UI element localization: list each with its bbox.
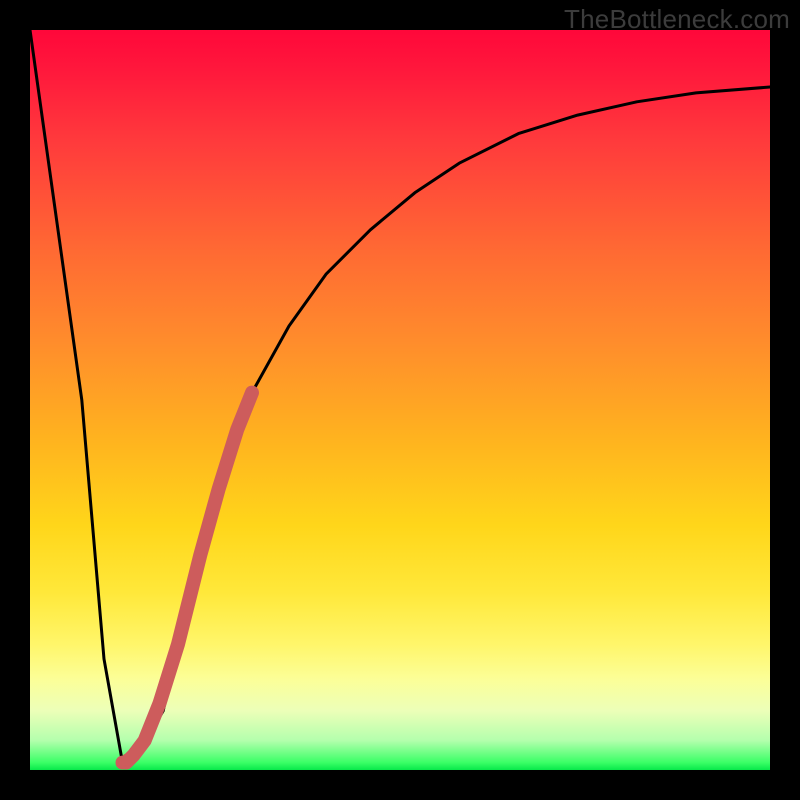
plot-area (30, 30, 770, 770)
highlight-segment (126, 393, 252, 763)
chart-frame: TheBottleneck.com (0, 0, 800, 800)
highlight-dot (129, 746, 141, 758)
curve-layer (30, 30, 770, 770)
bottleneck-curve (30, 30, 770, 763)
